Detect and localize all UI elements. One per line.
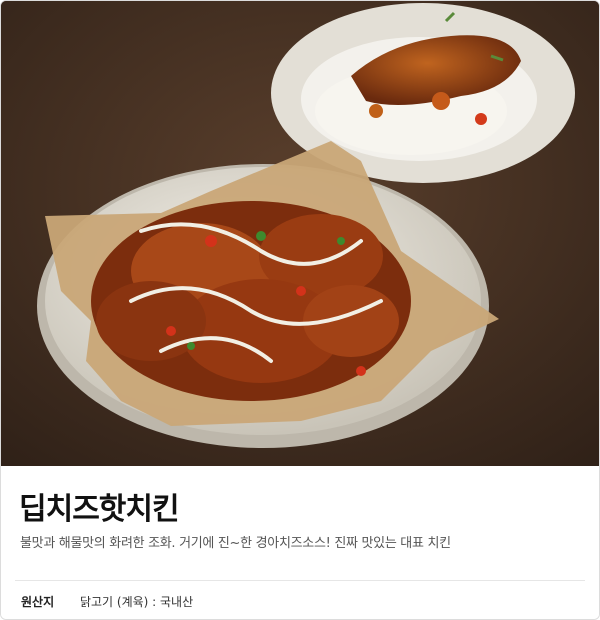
product-photo (1, 1, 599, 466)
menu-card: 딥치즈핫치킨 불맛과 해물맛의 화려한 조화. 거기에 진~한 경아치즈소스! … (0, 0, 600, 620)
origin-info: 원산지 닭고기 (계육) : 국내산 (21, 593, 193, 610)
origin-label: 원산지 (21, 595, 55, 609)
origin-value: 닭고기 (계육) : 국내산 (79, 595, 194, 609)
product-name: 딥치즈핫치킨 (19, 492, 180, 527)
product-description: 불맛과 해물맛의 화려한 조화. 거기에 진~한 경아치즈소스! 진짜 맛있는 … (20, 536, 451, 551)
divider (15, 580, 585, 581)
product-info: 딥치즈핫치킨 불맛과 해물맛의 화려한 조화. 거기에 진~한 경아치즈소스! … (1, 466, 599, 619)
